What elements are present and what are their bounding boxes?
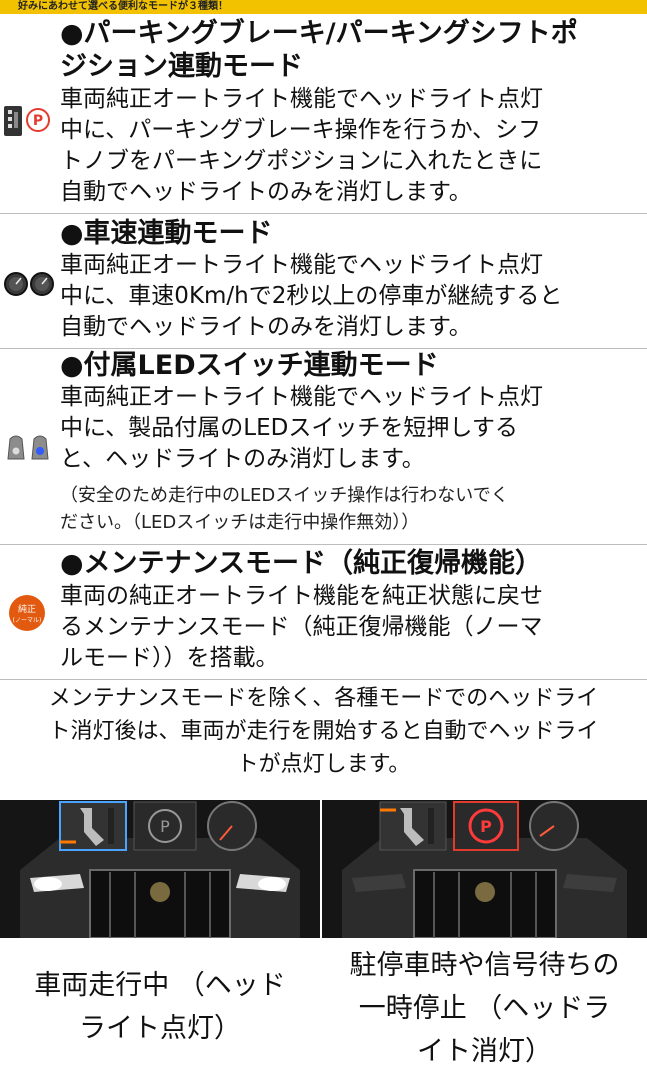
note-line: ださい。（LEDスイッチは走行中操作無効）） <box>60 512 420 533</box>
note-line: メンテナンスモードを除く、各種モードでのヘッドライ <box>48 686 599 711</box>
body-line: 中に、車速0Km/hで2秒以上の停車が継続すると <box>60 283 563 309</box>
mode-section-led-switch: ●付属LEDスイッチ連動モード 車両純正オートライト機能でヘッドライト点灯 中に… <box>0 349 647 545</box>
caption-line: 車両走行中 （ヘッド <box>34 970 286 1001</box>
section-title-line1: ●車速連動モード <box>60 218 273 249</box>
section-body: 車両の純正オートライト機能を純正状態に戻せ るメンテナンスモード（純正復帰機能（… <box>60 581 640 674</box>
led-switch-icon <box>2 429 56 469</box>
section-title-line2: ジション連動モード <box>60 51 303 82</box>
svg-text:P: P <box>480 817 492 836</box>
parking-icon-label: P <box>33 113 43 129</box>
body-line: 中に、製品付属のLEDスイッチを短押しする <box>60 415 518 441</box>
body-line: 車両純正オートライト機能でヘッドライト点灯 <box>60 86 543 112</box>
section-title-line1: ●メンテナンスモード（純正復帰機能） <box>60 548 543 579</box>
caption-line: ライト点灯） <box>79 1013 241 1044</box>
photo-driving-headlights-on: P <box>0 800 320 938</box>
badge-label-2: (ノーマル) <box>13 617 42 624</box>
caption-line: イト消灯） <box>417 1036 552 1067</box>
section-body: 車両純正オートライト機能でヘッドライト点灯 中に、製品付属のLEDスイッチを短押… <box>60 382 640 475</box>
note-line: ト消灯後は、車両が走行を開始すると自動でヘッドライ <box>48 719 599 744</box>
body-line: 自動でヘッドライトのみを消灯します。 <box>60 179 472 205</box>
mode-section-speed: ●車速連動モード 車両純正オートライト機能でヘッドライト点灯 中に、車速0Km/… <box>0 214 647 349</box>
body-line: 車両純正オートライト機能でヘッドライト点灯 <box>60 384 543 410</box>
caption-right: 駐停車時や信号待ちの 一時停止 （ヘッドラ イト消灯） <box>322 940 647 1080</box>
maintenance-badge-icon: 純正 (ノーマル) <box>2 593 56 633</box>
body-line: ルモード））を搭載。 <box>60 645 279 671</box>
top-banner: 好みにあわせて選べる便利なモードが３種類！ <box>0 0 647 14</box>
note-line: （安全のため走行中のLEDスイッチ操作は行わないでく <box>60 485 509 506</box>
body-line: 中に、パーキングブレーキ操作を行うか、シフ <box>60 117 542 143</box>
speedometer-icon <box>2 264 56 304</box>
note-line: トが点灯します。 <box>236 752 411 777</box>
badge-label-1: 純正 <box>18 603 36 615</box>
parking-brake-shift-icon: P <box>2 102 56 142</box>
body-line: 車両純正オートライト機能でヘッドライト点灯 <box>60 252 543 278</box>
caption-line: 一時停止 （ヘッドラ <box>358 993 611 1024</box>
mode-section-parking: P ●パーキングブレーキ/パーキングシフトポ ジション連動モード 車両純正オート… <box>0 14 647 214</box>
photo-stopped-headlights-off: P <box>322 800 647 938</box>
mode-section-maintenance: 純正 (ノーマル) ●メンテナンスモード（純正復帰機能） 車両の純正オートライト… <box>0 545 647 680</box>
section-title-line1: ●パーキングブレーキ/パーキングシフトポ <box>60 18 578 49</box>
body-line: トノブをパーキングポジションに入れたときに <box>60 148 543 174</box>
section-body: 車両純正オートライト機能でヘッドライト点灯 中に、車速0Km/hで2秒以上の停車… <box>60 250 640 343</box>
section-body: 車両純正オートライト機能でヘッドライト点灯 中に、パーキングブレーキ操作を行うか… <box>60 84 640 208</box>
section-title-line1: ●付属LEDスイッチ連動モード <box>60 350 439 381</box>
auto-relight-note: メンテナンスモードを除く、各種モードでのヘッドライ ト消灯後は、車両が走行を開始… <box>0 682 647 781</box>
body-line: 車両の純正オートライト機能を純正状態に戻せ <box>60 583 543 609</box>
safety-note: （安全のため走行中のLEDスイッチ操作は行わないでく ださい。（LEDスイッチは… <box>60 482 640 536</box>
caption-left: 車両走行中 （ヘッド ライト点灯） <box>0 940 320 1080</box>
body-line: と、ヘッドライトのみ消灯します。 <box>60 446 425 472</box>
caption-line: 駐停車時や信号待ちの <box>349 950 620 981</box>
svg-text:P: P <box>160 817 170 836</box>
body-line: 自動でヘッドライトのみを消灯します。 <box>60 314 472 340</box>
body-line: るメンテナンスモード（純正復帰機能（ノーマ <box>60 614 543 640</box>
